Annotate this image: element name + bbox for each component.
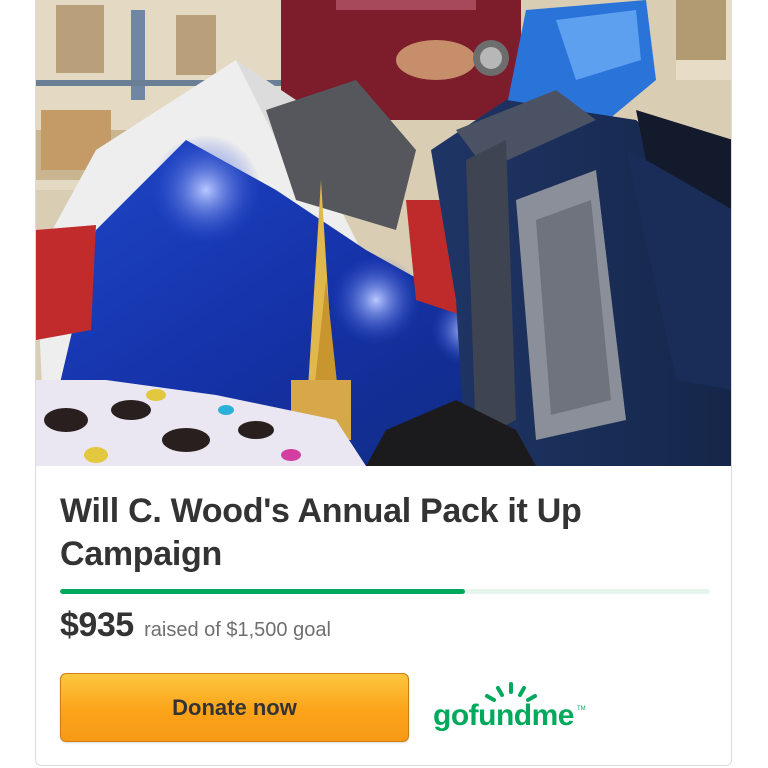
campaign-title[interactable]: Will C. Wood's Annual Pack it Up Campaig… [60, 490, 700, 576]
progress-bar [60, 589, 710, 594]
logo-wordmark: gofundme [433, 699, 574, 732]
campaign-photo[interactable] [36, 0, 732, 466]
trademark-mark: TM [577, 706, 586, 712]
raised-goal-text: raised of $1,500 goal [144, 619, 331, 641]
campaign-card[interactable]: Will C. Wood's Annual Pack it Up Campaig… [35, 0, 732, 766]
raised-amount: $935 [60, 606, 134, 644]
funding-summary: $935 raised of $1,500 goal [60, 606, 331, 645]
sunrise-icon [485, 682, 537, 702]
donate-button[interactable]: Donate now [60, 673, 409, 742]
progress-fill [60, 589, 465, 594]
gofundme-logo[interactable]: gofundme TM [431, 680, 591, 738]
